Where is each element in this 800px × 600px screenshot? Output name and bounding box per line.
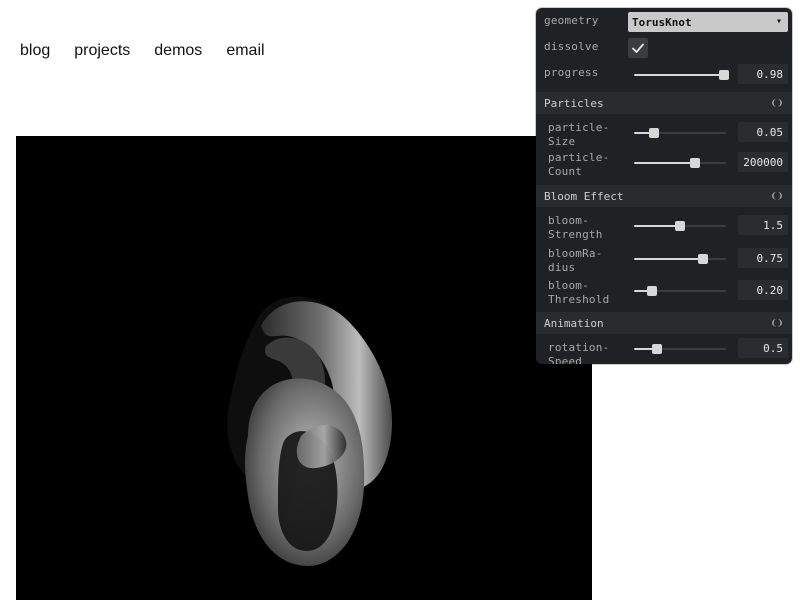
geometry-selected-value: TorusKnot <box>632 15 692 29</box>
slider-fill <box>634 225 680 227</box>
particle-count-label-line2: Count <box>548 165 583 178</box>
rotation-speed-label-line2: Speed <box>548 355 583 364</box>
particle-size-label-line2: Size <box>548 135 576 148</box>
progress-slider[interactable] <box>634 70 730 80</box>
rotation-speed-value-input[interactable]: 0.5 <box>738 338 788 358</box>
render-canvas[interactable] <box>16 136 592 600</box>
nav-email-link[interactable]: email <box>226 42 264 60</box>
nav-projects-link[interactable]: projects <box>74 42 130 60</box>
chevron-down-icon: ▾ <box>775 16 782 27</box>
slider-thumb[interactable] <box>647 286 658 296</box>
rotation-speed-slider[interactable] <box>634 344 726 354</box>
bloom-strength-value-input[interactable]: 1.5 <box>738 215 788 235</box>
particle-count-label-line1: particle- <box>548 151 610 164</box>
slider-fill <box>634 258 703 260</box>
bloom-strength-label-line1: bloom- <box>548 214 589 227</box>
bloom-threshold-slider[interactable] <box>634 286 726 296</box>
geometry-label: geometry <box>544 14 599 27</box>
slider-thumb[interactable] <box>689 158 700 168</box>
torus-knot-render <box>227 296 393 566</box>
bloom-strength-row: bloom- Strength 1.5 <box>536 211 792 241</box>
particles-section-title: Particles <box>544 96 604 110</box>
bloom-strength-label: bloom- Strength <box>548 214 603 242</box>
bloom-threshold-label-line1: bloom- <box>548 279 589 292</box>
particle-size-label: particle- Size <box>548 121 609 149</box>
particle-count-row: particle- Count 200000 <box>536 148 792 178</box>
particle-size-value-input[interactable]: 0.05 <box>738 122 788 142</box>
rotation-speed-label-line1: rotation- <box>548 341 610 354</box>
bloom-strength-label-line2: Strength <box>548 228 603 241</box>
bloom-radius-value-input[interactable]: 0.75 <box>738 248 788 268</box>
bloom-threshold-value-input[interactable]: 0.20 <box>738 280 788 300</box>
slider-thumb[interactable] <box>675 221 685 231</box>
slider-thumb[interactable] <box>652 344 662 354</box>
rotation-speed-label: rotation- Speed <box>548 341 609 364</box>
particle-count-label: particle- Count <box>548 151 609 179</box>
progress-row: progress 0.98 <box>536 60 792 86</box>
geometry-select[interactable]: TorusKnot ▾ <box>628 12 788 32</box>
dissolve-label: dissolve <box>544 40 599 53</box>
checkmark-icon <box>632 43 644 53</box>
collapse-icon[interactable]: ❨❩ <box>771 191 783 202</box>
bloom-threshold-label: bloom- Threshold <box>548 279 609 307</box>
bloom-radius-label-line1: bloomRa- <box>548 247 603 260</box>
rotation-speed-row: rotation- Speed 0.5 <box>536 338 792 364</box>
bloom-radius-slider[interactable] <box>634 254 726 264</box>
bloom-strength-slider[interactable] <box>634 221 726 231</box>
slider-fill <box>634 162 695 164</box>
bloom-radius-label: bloomRa- dius <box>548 247 603 275</box>
particle-size-slider[interactable] <box>634 128 726 138</box>
bloom-section-title: Bloom Effect <box>544 189 624 203</box>
bloom-threshold-label-line2: Threshold <box>548 293 610 306</box>
slider-thumb[interactable] <box>698 254 708 264</box>
top-navigation: blog projects demos email <box>20 42 265 60</box>
slider-thumb[interactable] <box>649 128 660 138</box>
particle-size-label-line1: particle- <box>548 121 610 134</box>
slider-thumb[interactable] <box>719 70 730 80</box>
geometry-row: geometry TorusKnot ▾ <box>536 8 792 34</box>
particle-count-slider[interactable] <box>634 158 726 168</box>
particle-size-row: particle- Size 0.05 <box>536 118 792 148</box>
bloom-threshold-row: bloom- Threshold 0.20 <box>536 276 792 306</box>
progress-label: progress <box>544 66 599 79</box>
dissolve-row: dissolve <box>536 34 792 60</box>
animation-section-title: Animation <box>544 316 604 330</box>
dissolve-checkbox[interactable] <box>628 38 648 58</box>
settings-panel: geometry TorusKnot ▾ dissolve progress 0… <box>536 8 792 364</box>
bloom-radius-row: bloomRa- dius 0.75 <box>536 244 792 274</box>
progress-value-input[interactable]: 0.98 <box>738 64 788 84</box>
particle-count-value-input[interactable]: 200000 <box>738 152 788 172</box>
slider-fill <box>634 74 725 76</box>
collapse-icon[interactable]: ❨❩ <box>771 98 783 109</box>
animation-section-header[interactable]: Animation ❨❩ <box>536 312 792 334</box>
particles-section-header[interactable]: Particles ❨❩ <box>536 92 792 114</box>
bloom-section-header[interactable]: Bloom Effect ❨❩ <box>536 185 792 207</box>
nav-blog-link[interactable]: blog <box>20 42 50 60</box>
nav-demos-link[interactable]: demos <box>154 42 202 60</box>
bloom-radius-label-line2: dius <box>548 261 576 274</box>
collapse-icon[interactable]: ❨❩ <box>771 318 783 329</box>
